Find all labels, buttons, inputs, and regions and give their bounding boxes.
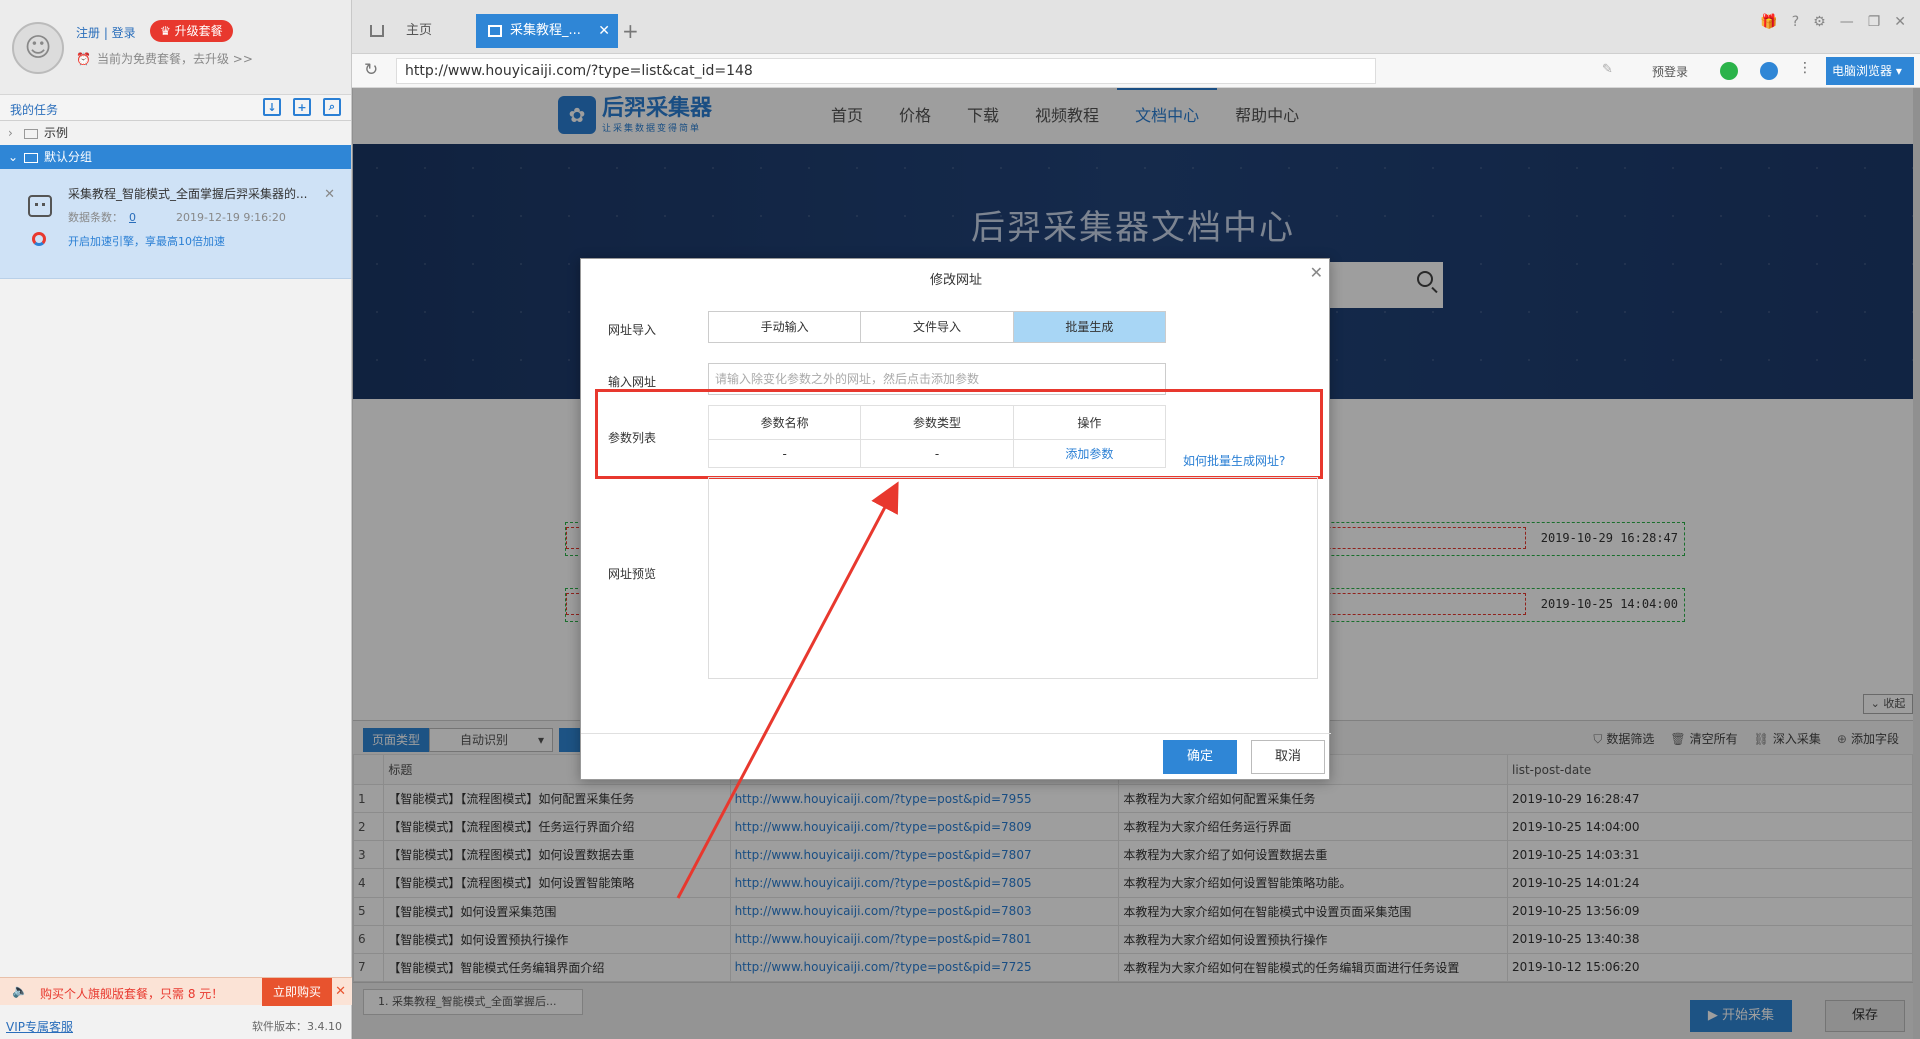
vip-service-link[interactable]: VIP专属客服: [6, 1018, 73, 1035]
task-meta: 数据条数： 0 2019-12-19 9:16:20: [68, 209, 286, 225]
count-label: 数据条数：: [68, 211, 123, 224]
input-url-label: 输入网址: [608, 375, 657, 389]
extension-blue-icon[interactable]: [1760, 62, 1778, 80]
buy-now-button[interactable]: 立即购买: [262, 978, 332, 1006]
browser-mode-button[interactable]: 电脑浏览器 ▾: [1826, 57, 1914, 85]
help-icon[interactable]: ?: [1792, 14, 1799, 30]
count-value[interactable]: 0: [129, 211, 136, 224]
login-link[interactable]: 注册 | 登录: [76, 24, 136, 41]
browser-tabbar: 主页 采集教程_... ✕ + 🎁 ? ⚙ — ❐ ✕: [352, 0, 1920, 54]
speaker-icon: 🔈: [12, 984, 29, 999]
new-tab-button[interactable]: +: [622, 14, 639, 48]
confirm-button[interactable]: 确定: [1163, 740, 1237, 774]
edit-icon[interactable]: ✎: [1602, 62, 1613, 77]
robot-icon: [28, 195, 52, 217]
task-card[interactable]: 采集教程_智能模式_全面掌握后羿采集器的... ✕ 数据条数： 0 2019-12-…: [0, 169, 351, 279]
promo-bar: 🔈 购买个人旗舰版套餐，只需 8 元！ 立即购买 ✕: [0, 977, 352, 1006]
plan-label: 当前为免费套餐，去升级 >>: [96, 52, 253, 66]
reload-icon[interactable]: ↻: [364, 60, 378, 80]
vip-row: VIP专属客服 软件版本：3.4.10: [0, 1010, 352, 1039]
tree-group-example[interactable]: › 示例: [0, 121, 351, 145]
folder-icon: [24, 128, 38, 139]
window-controls: 🎁 ? ⚙ — ❐ ✕: [1760, 14, 1906, 30]
import-label: 网址导入: [608, 323, 657, 337]
more-icon[interactable]: ⋮: [1798, 60, 1812, 76]
gift-icon[interactable]: 🎁: [1760, 14, 1777, 30]
settings-icon[interactable]: ⚙: [1813, 14, 1826, 30]
chevron-down-icon: ⌄: [8, 150, 19, 164]
mode-batch-button[interactable]: 批量生成: [1013, 312, 1165, 342]
search-task-icon[interactable]: ⌕: [323, 98, 341, 116]
tab-home[interactable]: 主页: [370, 14, 480, 48]
upgrade-button[interactable]: ♛ 升级套餐: [150, 20, 233, 42]
url-preview-area[interactable]: [708, 477, 1318, 679]
my-tasks-label: 我的任务: [10, 103, 59, 117]
my-tasks-header: 我的任务 ↓ + ⌕: [0, 95, 351, 121]
mode-manual-button[interactable]: 手动输入: [709, 312, 862, 342]
address-bar: ↻ http://www.houyicaiji.com/?type=list&c…: [352, 54, 1920, 88]
left-panel: ☺ 注册 | 登录 ♛ 升级套餐 ⏰ 当前为免费套餐，去升级 >> 我的任务 ↓ …: [0, 0, 352, 1039]
avatar[interactable]: ☺: [12, 22, 64, 74]
tab-label: 采集教程_...: [510, 23, 581, 38]
task-datetime: 2019-12-19 9:16:20: [176, 211, 286, 224]
add-task-icon[interactable]: +: [293, 98, 311, 116]
plan-text[interactable]: ⏰ 当前为免费套餐，去升级 >>: [76, 50, 253, 67]
close-window-icon[interactable]: ✕: [1894, 14, 1906, 30]
import-mode-switch: 手动输入 文件导入 批量生成: [708, 311, 1166, 343]
mode-file-button[interactable]: 文件导入: [861, 312, 1014, 342]
close-icon[interactable]: ✕: [324, 187, 335, 202]
close-tab-icon[interactable]: ✕: [598, 14, 610, 48]
tree-group-default[interactable]: ⌄ 默认分组: [0, 145, 351, 169]
page-icon: [488, 25, 502, 37]
url-input[interactable]: http://www.houyicaiji.com/?type=list&cat…: [396, 58, 1376, 84]
cancel-button[interactable]: 取消: [1251, 740, 1325, 774]
restore-icon[interactable]: ❐: [1868, 14, 1881, 30]
home-icon: [370, 24, 384, 37]
highlight-box: [595, 389, 1323, 479]
task-title: 采集教程_智能模式_全面掌握后羿采集器的...: [68, 187, 308, 201]
group-name: 示例: [44, 126, 69, 140]
dialog-title: 修改网址: [929, 273, 982, 288]
minimize-icon[interactable]: —: [1840, 14, 1854, 30]
tab-tutorial[interactable]: 采集教程_... ✕: [476, 14, 618, 48]
folder-icon: [24, 152, 38, 163]
speed-text: 开启加速引擎，享最高10倍加速: [68, 235, 225, 248]
tab-label: 主页: [406, 23, 433, 38]
preview-label: 网址预览: [608, 567, 657, 581]
dialog-divider: [581, 733, 1331, 734]
chevron-right-icon: ›: [8, 126, 13, 140]
promo-text: 购买个人旗舰版套餐，只需 8 元！: [40, 987, 224, 1001]
pre-login-button[interactable]: 预登录: [1652, 63, 1688, 80]
import-task-icon[interactable]: ↓: [263, 98, 281, 116]
close-icon[interactable]: ✕: [1310, 263, 1323, 282]
speed-engine-link[interactable]: 开启加速引擎，享最高10倍加速: [32, 232, 225, 249]
alarm-icon: ⏰: [76, 52, 91, 66]
extension-green-icon[interactable]: [1720, 62, 1738, 80]
gauge-icon: [32, 232, 46, 246]
close-icon[interactable]: ✕: [335, 984, 346, 999]
group-name: 默认分组: [44, 150, 93, 164]
edit-url-dialog: 修改网址 ✕ 网址导入 手动输入 文件导入 批量生成 输入网址 请输入除变化参数…: [580, 258, 1331, 780]
version-label: 软件版本：3.4.10: [252, 1020, 342, 1033]
user-area: ☺ 注册 | 登录 ♛ 升级套餐 ⏰ 当前为免费套餐，去升级 >>: [0, 0, 351, 95]
browser-mode-label: 电脑浏览器: [1832, 64, 1893, 78]
